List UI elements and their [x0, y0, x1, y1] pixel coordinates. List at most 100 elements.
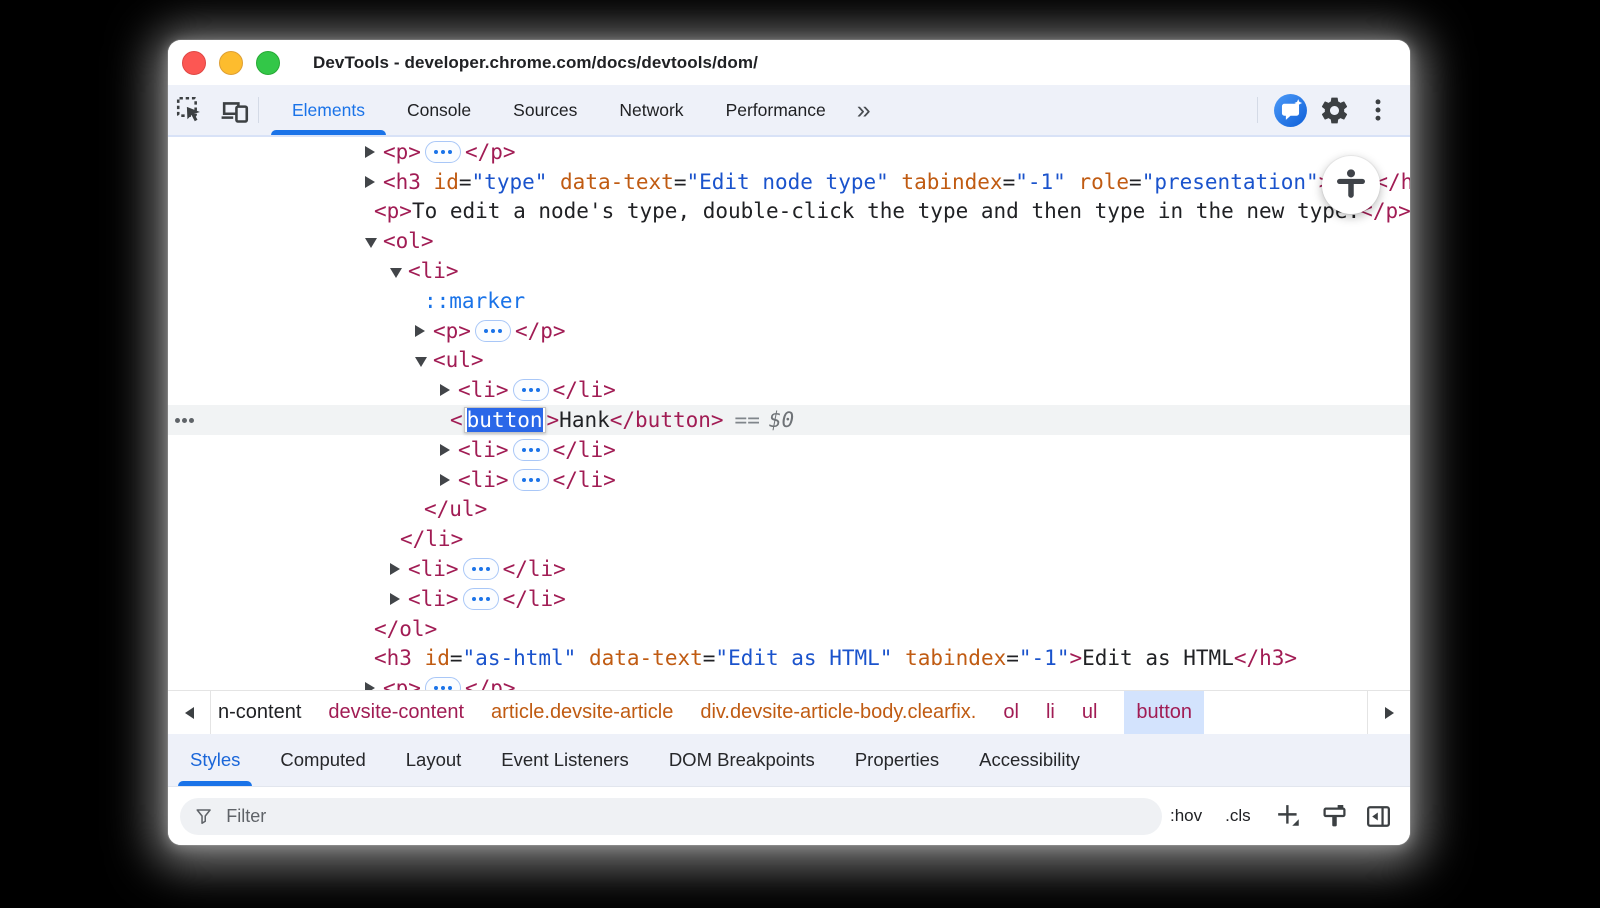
- tab-performance[interactable]: Performance: [705, 85, 847, 135]
- styles-sidebar-tabs: StylesComputedLayoutEvent ListenersDOM B…: [168, 734, 1410, 787]
- dom-token: id: [412, 646, 450, 670]
- filter-field-container: [180, 798, 1162, 835]
- dom-token: ::marker: [424, 289, 525, 313]
- breadcrumb: n-content devsite-content article.devsite-…: [211, 691, 1367, 734]
- breadcrumb-item-devsite-content[interactable]: devsite-content: [328, 691, 464, 734]
- dom-tree-row[interactable]: <p></p>: [168, 673, 1410, 690]
- dom-token: tabindex: [892, 646, 1006, 670]
- dom-tree-row[interactable]: <li></li>: [168, 554, 1410, 584]
- sidebar-tab-dom-breakpoints[interactable]: DOM Breakpoints: [649, 734, 835, 786]
- breadcrumb-scroll-right-icon[interactable]: [1367, 691, 1410, 734]
- close-button[interactable]: [182, 51, 206, 75]
- sidebar-tab-properties[interactable]: Properties: [835, 734, 959, 786]
- dom-tree-row[interactable]: </li>: [168, 524, 1410, 554]
- dom-token: <h3: [374, 646, 412, 670]
- collapsed-content-ellipsis[interactable]: [475, 320, 511, 342]
- expand-arrow-icon[interactable]: [440, 444, 458, 456]
- inspect-icon[interactable]: [168, 85, 212, 135]
- dom-tree-row[interactable]: </ol>: [168, 614, 1410, 644]
- dom-token: data-text: [547, 170, 673, 194]
- collapsed-content-ellipsis[interactable]: [425, 677, 461, 690]
- toggle-element-state-button[interactable]: :hov: [1162, 806, 1210, 826]
- dom-tree-row[interactable]: <h3 id="type" data-text="Edit node type"…: [168, 167, 1410, 197]
- dom-tree-row[interactable]: <li></li>: [168, 584, 1410, 614]
- collapsed-content-ellipsis[interactable]: [425, 141, 461, 163]
- dom-token: </li>: [553, 468, 616, 492]
- expand-arrow-icon[interactable]: [365, 176, 383, 188]
- dom-tree-row[interactable]: <li>: [168, 256, 1410, 286]
- filter-input[interactable]: [224, 805, 1148, 828]
- minimize-button[interactable]: [219, 51, 243, 75]
- dom-token: =: [1129, 170, 1142, 194]
- element-classes-button[interactable]: .cls: [1217, 806, 1259, 826]
- breadcrumb-item-article-devsite-article[interactable]: article.devsite-article: [491, 691, 673, 734]
- dom-token: >: [547, 408, 560, 432]
- settings-gear-icon[interactable]: [1312, 95, 1356, 126]
- expand-arrow-icon[interactable]: [415, 325, 433, 337]
- tag-name-edit-box[interactable]: button: [464, 407, 546, 433]
- device-toolbar-icon[interactable]: [212, 85, 256, 135]
- breadcrumb-item-div-devsite-article-body-clearfix-[interactable]: div.devsite-article-body.clearfix.: [700, 691, 976, 734]
- dom-token: =: [450, 646, 463, 670]
- dom-token: </p>: [515, 319, 566, 343]
- breadcrumb-bar: n-content devsite-content article.devsite-…: [168, 690, 1410, 734]
- collapse-arrow-icon[interactable]: [365, 235, 383, 248]
- collapsed-content-ellipsis[interactable]: [513, 379, 549, 401]
- dom-tree-row[interactable]: </ul>: [168, 495, 1410, 525]
- tab-console[interactable]: Console: [386, 85, 492, 135]
- sidebar-tab-layout[interactable]: Layout: [386, 734, 482, 786]
- dom-tree-row[interactable]: <ul>: [168, 346, 1410, 376]
- tab-network[interactable]: Network: [598, 85, 704, 135]
- breadcrumb-item-n-content[interactable]: n-content: [218, 691, 301, 734]
- expand-arrow-icon[interactable]: [365, 682, 383, 690]
- dom-token: <p>: [374, 199, 412, 223]
- dom-tree-row[interactable]: <li></li>: [168, 435, 1410, 465]
- tab-elements[interactable]: Elements: [271, 85, 386, 135]
- rendering-brush-icon[interactable]: [1315, 803, 1355, 830]
- dom-tree-row-selected[interactable]: <button>Hank</button>==$0: [168, 405, 1410, 435]
- expand-arrow-icon[interactable]: [390, 593, 408, 605]
- expand-arrow-icon[interactable]: [440, 384, 458, 396]
- collapsed-content-ellipsis[interactable]: [463, 558, 499, 580]
- dom-tree-row[interactable]: <h3 id="as-html" data-text="Edit as HTML…: [168, 644, 1410, 674]
- dom-tree-row[interactable]: <p>To edit a node's type, double-click t…: [168, 197, 1410, 227]
- dom-tree-row[interactable]: <p></p>: [168, 316, 1410, 346]
- titlebar: DevTools - developer.chrome.com/docs/dev…: [168, 40, 1410, 85]
- dom-token: To edit a node's type, double-click the …: [412, 199, 1360, 223]
- sidebar-tab-computed[interactable]: Computed: [260, 734, 385, 786]
- dom-tree-row[interactable]: <ol>: [168, 226, 1410, 256]
- collapsed-content-ellipsis[interactable]: [513, 469, 549, 491]
- collapse-arrow-icon[interactable]: [415, 354, 433, 367]
- dom-token: =: [459, 170, 472, 194]
- dom-token: "presentation": [1142, 170, 1319, 194]
- dom-tree-row[interactable]: <li></li>: [168, 375, 1410, 405]
- ai-assistant-icon[interactable]: [1268, 93, 1312, 128]
- dom-tree-row[interactable]: ::marker: [168, 286, 1410, 316]
- zoom-button[interactable]: [256, 51, 280, 75]
- expand-arrow-icon[interactable]: [440, 474, 458, 486]
- breadcrumb-item-li[interactable]: li: [1046, 691, 1055, 734]
- dom-token: <li>: [458, 438, 509, 462]
- sidebar-tab-accessibility[interactable]: Accessibility: [959, 734, 1100, 786]
- expand-arrow-icon[interactable]: [390, 563, 408, 575]
- breadcrumb-item-button[interactable]: button: [1124, 691, 1204, 734]
- breadcrumb-item-ul[interactable]: ul: [1082, 691, 1098, 734]
- sidebar-tab-event-listeners[interactable]: Event Listeners: [481, 734, 649, 786]
- new-style-rule-icon[interactable]: [1269, 803, 1309, 829]
- dom-token: <ol>: [383, 229, 434, 253]
- collapsed-content-ellipsis[interactable]: [513, 439, 549, 461]
- collapse-arrow-icon[interactable]: [390, 265, 408, 278]
- row-overflow-dots-icon[interactable]: [175, 418, 180, 423]
- toggle-sidebar-icon[interactable]: [1359, 803, 1399, 830]
- more-panels-chevron-icon[interactable]: »: [847, 85, 879, 135]
- tab-sources[interactable]: Sources: [492, 85, 598, 135]
- breadcrumb-scroll-left-icon[interactable]: [168, 691, 211, 734]
- dom-tree-row[interactable]: <li></li>: [168, 465, 1410, 495]
- sidebar-tab-styles[interactable]: Styles: [170, 734, 260, 786]
- dom-tree-row[interactable]: <p></p>: [168, 137, 1410, 167]
- collapsed-content-ellipsis[interactable]: [463, 588, 499, 610]
- expand-arrow-icon[interactable]: [365, 146, 383, 158]
- dom-token: =: [703, 646, 716, 670]
- more-options-icon[interactable]: [1356, 96, 1400, 124]
- breadcrumb-item-ol[interactable]: ol: [1003, 691, 1019, 734]
